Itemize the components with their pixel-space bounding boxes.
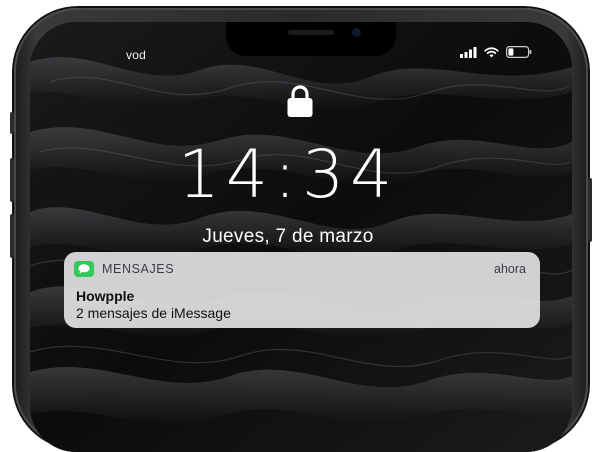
- wifi-icon: [484, 46, 499, 57]
- lock-screen: vod 14:34 Jueves, 7 de marzo MENSAJES ah…: [30, 22, 572, 452]
- lock-screen-time: 14:34: [177, 136, 399, 213]
- earpiece-speaker: [288, 30, 334, 35]
- phone-frame: vod 14:34 Jueves, 7 de marzo MENSAJES ah…: [10, 8, 592, 452]
- side-button-volume-down: [10, 214, 14, 258]
- notification-sender: Howpple: [76, 288, 135, 304]
- status-icons: [460, 46, 532, 58]
- lock-icon: [287, 85, 313, 117]
- message-notification[interactable]: MENSAJES ahora Howpple 2 mensajes de iMe…: [64, 252, 540, 328]
- speech-bubble-icon: [78, 264, 90, 274]
- lock-screen-date: Jueves, 7 de marzo: [202, 226, 374, 247]
- notification-header: MENSAJES ahora: [74, 260, 526, 278]
- notification-body: 2 mensajes de iMessage: [76, 305, 231, 321]
- front-camera: [352, 28, 361, 37]
- side-button-volume-up: [10, 158, 14, 202]
- signal-bars-icon: [460, 46, 477, 58]
- notification-time: ahora: [494, 262, 526, 276]
- battery-icon: [506, 46, 532, 58]
- messages-icon: [74, 261, 94, 277]
- side-button-mute: [10, 112, 14, 134]
- notification-app-name: MENSAJES: [102, 262, 175, 276]
- notch: [226, 22, 396, 56]
- carrier-label: vod: [126, 48, 146, 62]
- side-button-power: [588, 178, 592, 242]
